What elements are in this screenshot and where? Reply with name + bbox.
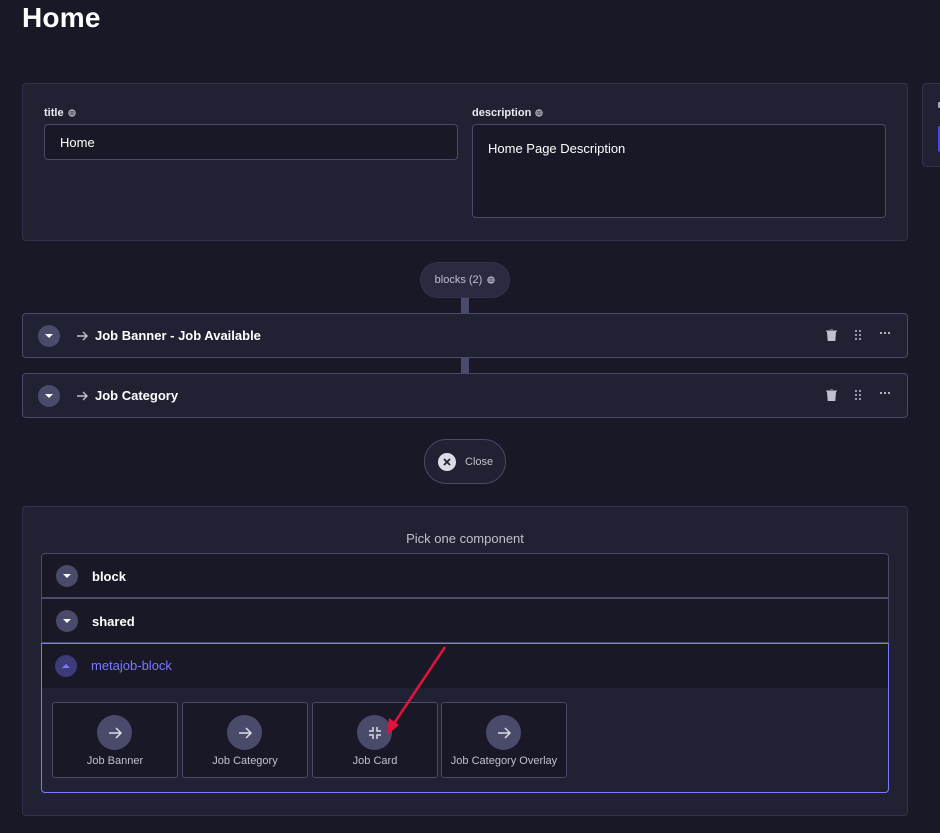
globe-icon xyxy=(535,109,543,117)
delete-block-button[interactable] xyxy=(824,328,838,342)
description-textarea[interactable]: Home Page Description xyxy=(472,124,886,218)
drag-icon xyxy=(854,329,862,341)
title-label-text: title xyxy=(44,107,64,119)
arrow-right-icon xyxy=(77,331,88,341)
description-label-text: description xyxy=(472,107,532,119)
component-card-job-banner[interactable]: Job Banner xyxy=(52,702,178,778)
block-title: Job Category xyxy=(95,388,179,403)
blocks-count-label: blocks (2) xyxy=(434,274,483,286)
drag-icon xyxy=(854,389,862,401)
component-label: Job Banner xyxy=(86,755,144,767)
expand-block-button[interactable] xyxy=(38,385,60,407)
category-label: shared xyxy=(92,614,135,629)
picker-title: Pick one component xyxy=(406,531,524,546)
arrow-right-icon xyxy=(227,715,262,750)
chevron-down-icon xyxy=(63,619,71,623)
chevron-down-icon xyxy=(63,574,71,578)
arrow-right-icon xyxy=(77,391,88,401)
more-icon xyxy=(879,391,891,395)
blocks-connector xyxy=(461,296,469,314)
blocks-connector xyxy=(461,356,469,373)
category-header[interactable]: metajob-block xyxy=(42,644,888,688)
category-shared[interactable]: shared xyxy=(41,598,889,644)
category-header[interactable]: block xyxy=(41,553,889,598)
expand-block-button[interactable] xyxy=(38,325,60,347)
category-label: block xyxy=(92,569,126,584)
trash-icon xyxy=(825,329,837,341)
more-icon xyxy=(879,331,891,335)
chevron-down-icon xyxy=(45,394,53,398)
chevron-down-icon xyxy=(45,334,53,338)
arrow-right-icon xyxy=(486,715,521,750)
category-metajob-block: metajob-block Job Banner Job Category Jo… xyxy=(41,643,889,793)
globe-icon xyxy=(67,109,76,117)
block-row[interactable]: Job Banner - Job Available xyxy=(22,313,908,358)
fields-panel: title Home description Home Page Descrip… xyxy=(22,83,908,241)
globe-icon xyxy=(487,276,496,284)
close-button-label: Close xyxy=(465,455,494,468)
component-label: Job Card xyxy=(352,755,398,767)
title-input[interactable]: Home xyxy=(44,124,458,160)
category-label: metajob-block xyxy=(91,658,172,673)
component-label: Job Category Overlay xyxy=(450,755,558,767)
collapse-category-button[interactable] xyxy=(55,655,77,677)
category-block[interactable]: block xyxy=(41,553,889,599)
component-label: Job Category xyxy=(212,755,278,767)
drag-handle[interactable] xyxy=(851,388,865,402)
component-card-job-category[interactable]: Job Category xyxy=(182,702,308,778)
expand-category-button[interactable] xyxy=(56,565,78,587)
category-header[interactable]: shared xyxy=(41,598,889,643)
close-button[interactable]: Close xyxy=(424,439,506,484)
blocks-count-pill: blocks (2) xyxy=(420,262,510,298)
block-title: Job Banner - Job Available xyxy=(95,328,261,343)
arrow-right-icon xyxy=(97,715,132,750)
title-field-label: title xyxy=(44,107,76,119)
more-options-button[interactable] xyxy=(878,326,892,340)
component-card-job-card[interactable]: Job Card xyxy=(312,702,438,778)
collapse-icon xyxy=(357,715,392,750)
description-field-label: description xyxy=(472,107,543,119)
side-panel xyxy=(922,83,940,167)
expand-category-button[interactable] xyxy=(56,610,78,632)
chevron-up-icon xyxy=(62,664,70,668)
delete-block-button[interactable] xyxy=(824,388,838,402)
page-title: Home xyxy=(22,2,101,33)
close-icon xyxy=(438,452,456,471)
trash-icon xyxy=(825,389,837,401)
block-row[interactable]: Job Category xyxy=(22,373,908,418)
more-options-button[interactable] xyxy=(878,386,892,400)
drag-handle[interactable] xyxy=(851,328,865,342)
component-card-job-category-overlay[interactable]: Job Category Overlay xyxy=(441,702,567,778)
